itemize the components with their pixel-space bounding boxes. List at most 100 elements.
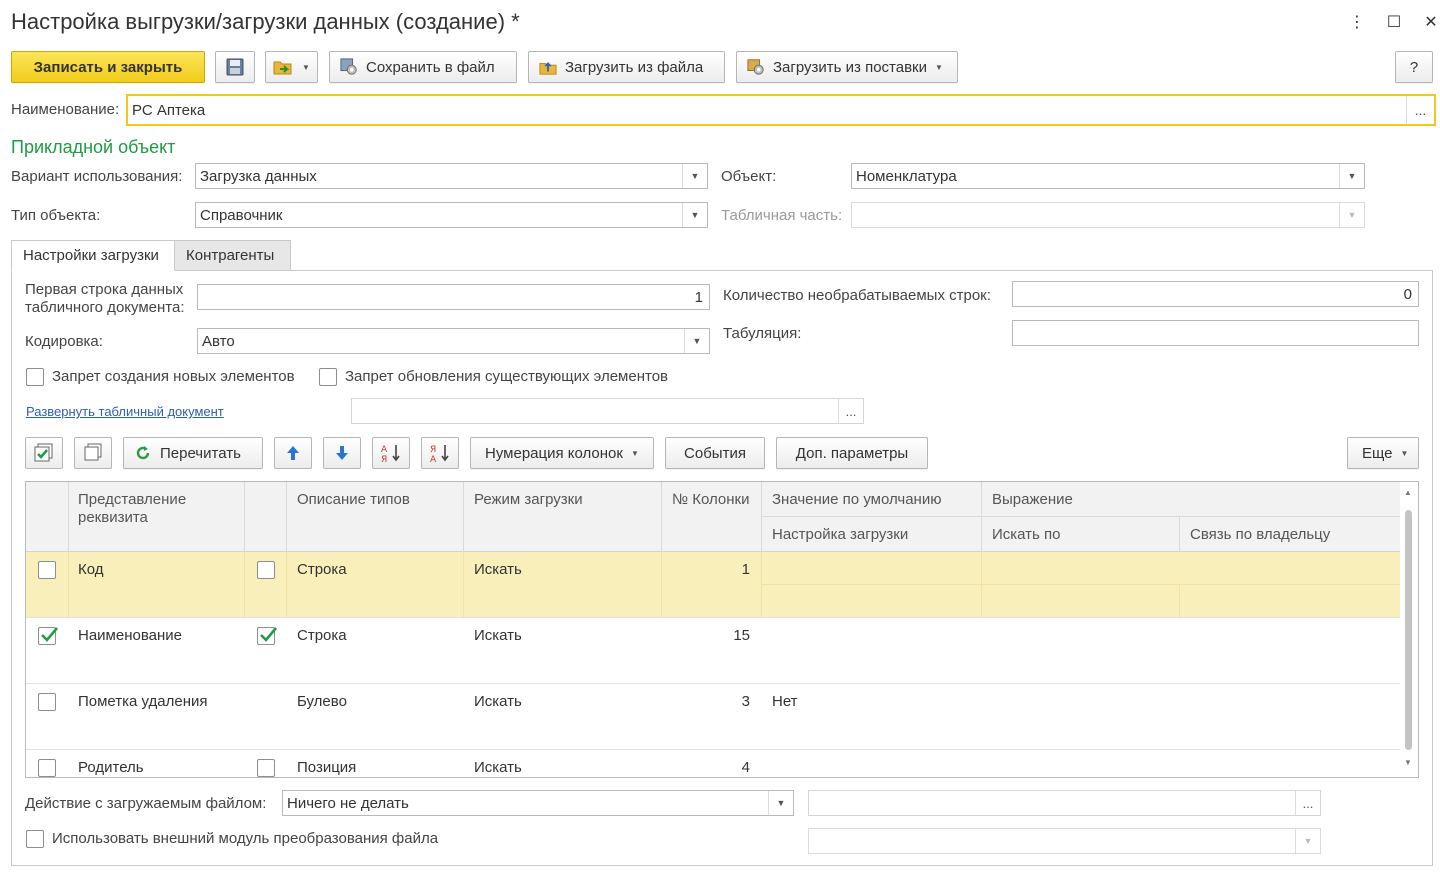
table-scrollbar[interactable]: ▲ ▼ [1400, 482, 1418, 777]
tabular-part-label: Табличная часть: [721, 207, 843, 224]
row-col: 1 [741, 561, 750, 578]
skip-rows-label: Количество необрабатываемых строк: [723, 287, 991, 304]
header-default: Значение по умолчанию [772, 491, 942, 508]
save-and-close-button[interactable]: Записать и закрыть [11, 51, 205, 83]
check-all-icon [34, 443, 53, 462]
table-header: Представление реквизита Описание типов Р… [26, 482, 1401, 552]
skip-rows-input[interactable]: 0 [1012, 281, 1419, 307]
row-type-checkbox[interactable] [257, 561, 275, 579]
row-attr: Родитель [78, 759, 144, 776]
floppy-disk-icon [226, 58, 244, 76]
reread-button[interactable]: Перечитать [123, 437, 263, 469]
expand-table-input[interactable]: ... [351, 398, 864, 424]
deny-update-checkbox[interactable] [319, 368, 337, 386]
header-attr-line1: Представление [78, 491, 187, 508]
row-mode: Искать [474, 627, 522, 644]
scrollbar-thumb[interactable] [1405, 510, 1412, 750]
close-icon[interactable]: ✕ [1417, 8, 1440, 36]
table-row[interactable]: Пометка удаления Булево Искать 3 Нет [26, 684, 1401, 750]
file-path-input[interactable]: ... [808, 790, 1321, 816]
row-col: 15 [733, 627, 750, 644]
table-row[interactable]: Код Строка Искать 1 [26, 552, 1401, 618]
object-select[interactable]: Номенклатура ▼ [851, 163, 1365, 189]
load-from-file-button[interactable]: Загрузить из файла [528, 51, 725, 83]
chevron-down-icon: ▼ [935, 62, 943, 72]
name-input[interactable]: РС Аптека ... [126, 94, 1436, 126]
external-module-label: Использовать внешний модуль преобразован… [52, 830, 439, 847]
move-down-button[interactable] [323, 437, 361, 469]
usage-select[interactable]: Загрузка данных ▼ [195, 163, 708, 189]
object-label: Объект: [721, 168, 777, 185]
attributes-table[interactable]: Представление реквизита Описание типов Р… [25, 481, 1419, 778]
checkmark-icon [260, 627, 277, 642]
chevron-down-icon[interactable]: ▼ [682, 164, 707, 188]
scroll-up-icon[interactable]: ▲ [1404, 488, 1412, 497]
object-type-select[interactable]: Справочник ▼ [195, 202, 708, 228]
check-all-button[interactable] [25, 437, 63, 469]
extra-params-button[interactable]: Доп. параметры [776, 437, 928, 469]
encoding-value: Авто [202, 332, 235, 350]
column-numbering-label: Нумерация колонок [485, 444, 623, 462]
save-to-file-button[interactable]: Сохранить в файл [329, 51, 517, 83]
row-type-checkbox[interactable] [257, 759, 275, 777]
tabulation-input[interactable] [1012, 320, 1419, 346]
row-use-checkbox[interactable] [38, 627, 58, 645]
load-from-file-label: Загрузить из файла [565, 58, 704, 76]
row-type-checkbox[interactable] [257, 627, 277, 645]
load-from-supply-button[interactable]: Загрузить из поставки ▼ [736, 51, 958, 83]
section-title: Прикладной объект [11, 137, 176, 157]
table-row[interactable]: Наименование Строка Искать 15 [26, 618, 1401, 684]
generate-menu-button[interactable]: ▼ [265, 51, 318, 83]
file-action-label: Действие с загружаемым файлом: [25, 795, 267, 812]
sort-desc-button[interactable]: ЯА [421, 437, 459, 469]
chevron-down-icon[interactable]: ▼ [684, 329, 709, 353]
row-use-checkbox[interactable] [38, 693, 56, 711]
folder-arrow-icon [273, 61, 292, 75]
svg-text:А: А [381, 445, 388, 455]
events-button[interactable]: События [665, 437, 765, 469]
usage-value: Загрузка данных [200, 167, 317, 185]
object-type-value: Справочник [200, 206, 283, 224]
row-mode: Искать [474, 561, 522, 578]
header-attr-line2: реквизита [78, 509, 148, 526]
scroll-down-icon[interactable]: ▼ [1404, 758, 1412, 767]
deny-create-checkbox[interactable] [26, 368, 44, 386]
object-value: Номенклатура [856, 167, 957, 185]
svg-text:Я: Я [430, 445, 436, 455]
more-button[interactable]: Еще ▼ [1347, 437, 1419, 469]
encoding-select[interactable]: Авто ▼ [197, 328, 710, 354]
first-row-label: Первая строка данных табличного документ… [25, 281, 185, 317]
save-button[interactable] [215, 51, 255, 83]
file-action-value: Ничего не делать [287, 794, 409, 812]
file-path-choose-button[interactable]: ... [1295, 791, 1320, 815]
table-row[interactable]: Родитель Позиция Искать 4 [26, 750, 1401, 777]
column-numbering-button[interactable]: Нумерация колонок ▼ [470, 437, 654, 469]
more-actions-icon[interactable]: ⋮ [1343, 8, 1371, 36]
row-use-checkbox[interactable] [38, 561, 56, 579]
name-choose-button[interactable]: ... [1406, 96, 1434, 124]
help-button[interactable]: ? [1395, 51, 1433, 83]
skip-rows-value: 0 [1403, 285, 1412, 303]
external-module-checkbox[interactable] [26, 830, 44, 848]
header-owner-link: Связь по владельцу [1190, 526, 1331, 543]
move-up-button[interactable] [274, 437, 312, 469]
encoding-label: Кодировка: [25, 333, 103, 350]
maximize-icon[interactable]: ☐ [1380, 8, 1408, 36]
first-row-input[interactable]: 1 [197, 284, 710, 310]
expand-table-choose-button[interactable]: ... [838, 399, 863, 423]
chevron-down-icon[interactable]: ▼ [768, 791, 793, 815]
row-use-checkbox[interactable] [38, 759, 56, 777]
chevron-down-icon: ▼ [1339, 203, 1364, 227]
svg-text:А: А [430, 455, 437, 463]
chevron-down-icon[interactable]: ▼ [682, 203, 707, 227]
chevron-down-icon: ▼ [1295, 829, 1320, 853]
tab-load-settings[interactable]: Настройки загрузки [11, 240, 175, 271]
chevron-down-icon[interactable]: ▼ [1339, 164, 1364, 188]
tab-counterparties[interactable]: Контрагенты [174, 240, 291, 271]
expand-table-link[interactable]: Развернуть табличный документ [26, 404, 224, 419]
row-default: Нет [772, 693, 798, 710]
uncheck-all-button[interactable] [74, 437, 112, 469]
save-and-close-label: Записать и закрыть [33, 58, 183, 76]
file-action-select[interactable]: Ничего не делать ▼ [282, 790, 794, 816]
sort-asc-button[interactable]: АЯ [372, 437, 410, 469]
